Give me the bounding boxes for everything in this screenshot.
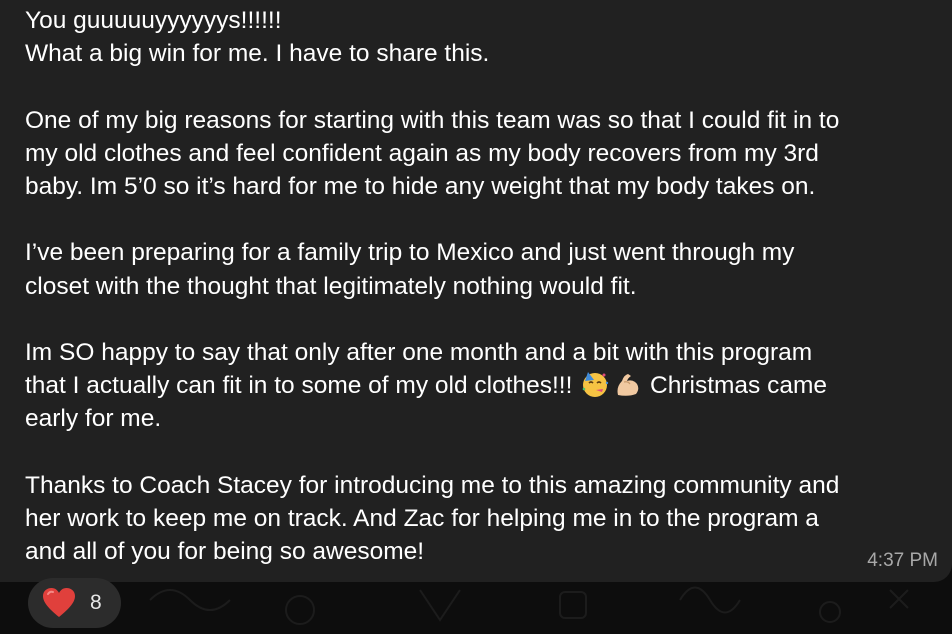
message-line: You guuuuuyyyyyys!!!!!! [25,7,282,34]
message-line: early for me. [25,405,162,433]
message-bubble[interactable]: You guuuuuyyyyyys!!!!!! What a big win f… [0,0,952,582]
emoji-line-before: that I actually can fit in to some of my… [25,372,580,400]
reaction-count: 8 [90,591,102,614]
message-timestamp: 4:37 PM [867,550,938,571]
message-line: Thanks to Coach Stacey for introducing m… [25,471,840,499]
message-line: and all of you for being so awesome! [25,538,425,566]
message-line: What a big win for me. I have to share t… [25,40,490,68]
message-line: I’ve been preparing for a family trip to… [25,239,795,267]
message-line-with-emoji: that I actually can fit in to some of my… [25,372,827,399]
message-text: You guuuuuyyyyyys!!!!!! What a big win f… [25,4,936,568]
message-line: her work to keep me on track. And Zac fo… [25,505,819,533]
message-line: Im SO happy to say that only after one m… [25,339,813,367]
emoji-line-after: Christmas came [643,372,828,400]
heart-reaction-chip[interactable]: 8 [28,578,121,628]
partying-face-emoji [582,372,609,398]
message-line: closet with the thought that legitimatel… [25,272,637,300]
message-line: One of my big reasons for starting with … [25,106,840,134]
message-line: my old clothes and feel confident again … [25,139,819,167]
message-line: baby. Im 5’0 so it’s hard for me to hide… [25,173,816,201]
flexed-biceps-emoji [617,374,639,397]
heart-icon [43,588,75,617]
